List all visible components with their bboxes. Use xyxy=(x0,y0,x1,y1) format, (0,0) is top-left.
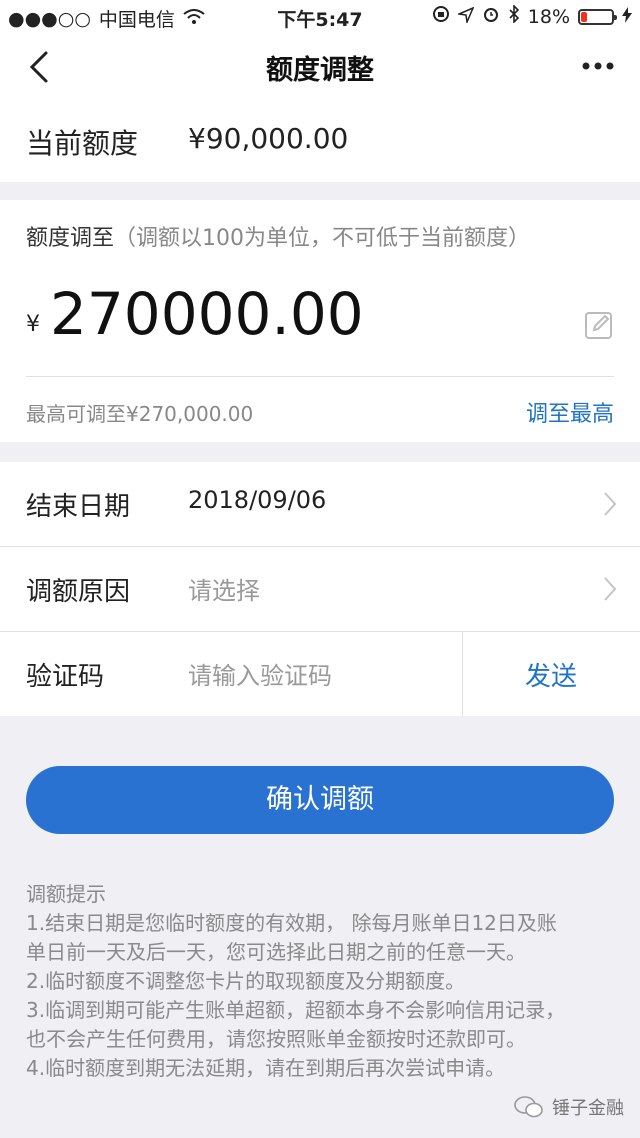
bluetooth-icon xyxy=(508,4,520,28)
tip-line: 3.临调到期可能产生账单超额，超额本身不会影响信用记录， xyxy=(26,998,566,1022)
rotation-lock-icon xyxy=(432,5,450,28)
verification-row: 验证码 请输入验证码 发送 xyxy=(0,632,640,716)
chevron-right-icon xyxy=(604,577,617,601)
adjust-label-text: 额度调至 xyxy=(26,226,115,251)
edit-button[interactable] xyxy=(584,310,614,340)
set-max-link[interactable]: 调至最高 xyxy=(526,396,614,428)
max-limit-text: 最高可调至¥270,000.00 xyxy=(26,402,254,426)
tip-line: 4.临时额度到期无法延期，请在到期后再次尝试申请。 xyxy=(26,1056,506,1080)
watermark: 锤子金融 xyxy=(514,1094,624,1120)
adjust-section: 额度调至（调额以100为单位，不可低于当前额度） ¥ 270000.00 最高可… xyxy=(0,200,640,442)
wechat-icon xyxy=(514,1096,543,1118)
reason-row[interactable]: 调额原因 请选择 xyxy=(0,547,640,631)
tip-line: 1.结束日期是您临时额度的有效期， 除每月账单日12日及账 xyxy=(26,911,557,935)
adjust-hint: （调额以100为单位，不可低于当前额度） xyxy=(114,226,531,251)
code-input[interactable]: 请输入验证码 xyxy=(188,656,332,691)
chevron-right-icon xyxy=(604,492,617,516)
alarm-icon xyxy=(482,5,500,28)
current-limit-value: ¥90,000.00 xyxy=(188,122,349,155)
battery-percent: 18% xyxy=(527,5,570,28)
status-bar: ●●●○○ 中国电信 下午5:47 18% xyxy=(0,0,640,34)
edit-icon xyxy=(585,312,612,339)
more-button[interactable] xyxy=(580,54,616,78)
tips-section: 调额提示 1.结束日期是您临时额度的有效期， 除每月账单日12日及账 单日前一天… xyxy=(26,880,606,1083)
reason-select[interactable]: 请选择 xyxy=(188,571,260,606)
adjust-label: 额度调至（调额以100为单位，不可低于当前额度） xyxy=(26,220,530,252)
form-section: 结束日期 2018/09/06 调额原因 请选择 验证码 请输入验证码 发送 xyxy=(0,462,640,716)
watermark-text: 锤子金融 xyxy=(552,1098,624,1119)
end-date-label: 结束日期 xyxy=(26,492,131,522)
current-limit-section: 当前额度 ¥90,000.00 xyxy=(0,98,640,182)
currency-symbol: ¥ xyxy=(26,312,40,337)
current-limit-label: 当前额度 xyxy=(26,127,139,160)
divider xyxy=(26,376,614,377)
tips-title: 调额提示 xyxy=(26,882,106,906)
location-icon xyxy=(456,6,475,28)
code-label: 验证码 xyxy=(26,662,105,692)
send-code-button[interactable]: 发送 xyxy=(462,656,640,693)
tip-line: 2.临时额度不调整您卡片的取现额度及分期额度。 xyxy=(26,969,466,993)
charging-icon xyxy=(622,6,632,28)
battery-icon xyxy=(578,8,617,25)
tip-line: 也不会产生任何费用，请您按照账单金额按时还款即可。 xyxy=(26,1027,526,1051)
more-icon xyxy=(582,62,614,70)
tip-line: 单日前一天及后一天，您可选择此日期之前的任意一天。 xyxy=(26,940,526,964)
reason-label: 调额原因 xyxy=(26,577,131,607)
amount-input[interactable]: 270000.00 xyxy=(50,280,364,348)
nav-bar: 额度调整 xyxy=(0,34,640,98)
page-title: 额度调整 xyxy=(266,55,374,86)
end-date-row[interactable]: 结束日期 2018/09/06 xyxy=(0,462,640,546)
confirm-button[interactable]: 确认调额 xyxy=(26,766,614,834)
end-date-value: 2018/09/06 xyxy=(188,486,327,514)
